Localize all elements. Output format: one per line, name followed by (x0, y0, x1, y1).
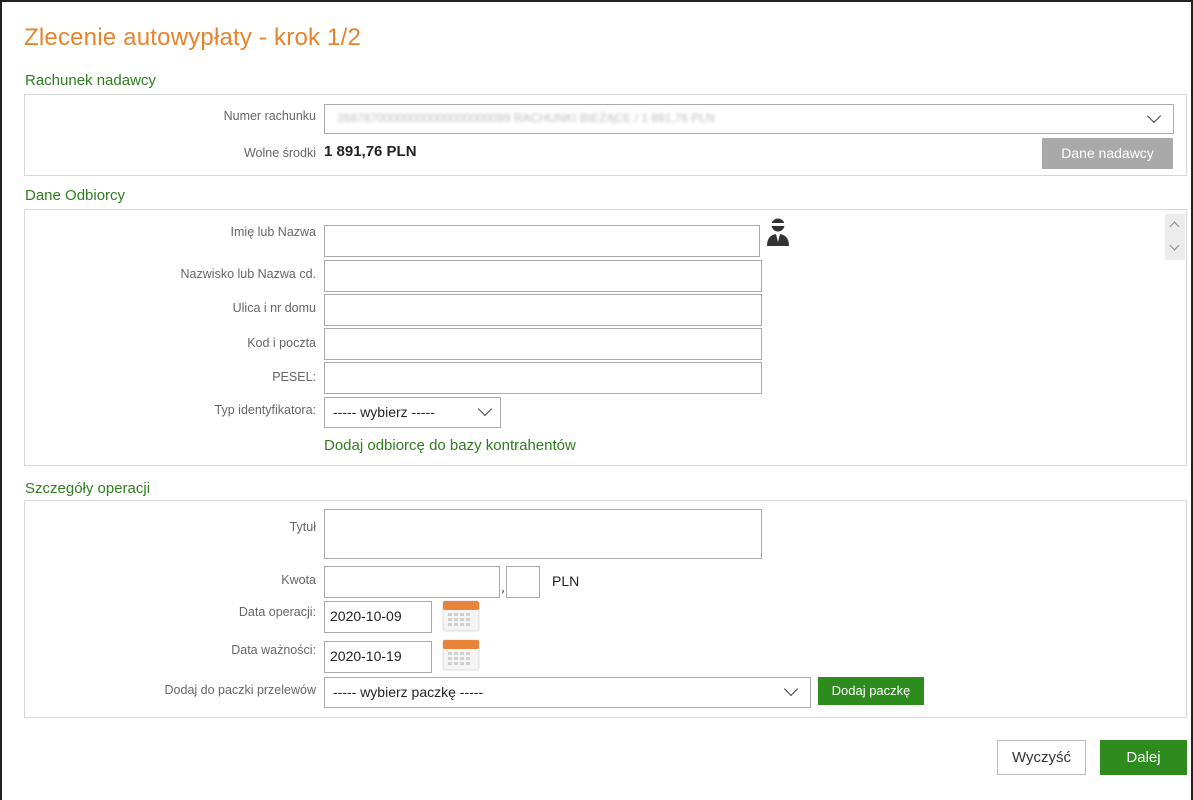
sender-data-button[interactable]: Dane nadawcy (1042, 138, 1173, 169)
person-icon[interactable] (765, 215, 791, 247)
surname-label: Nazwisko lub Nazwa cd. (180, 267, 316, 281)
chevron-down-icon (477, 401, 493, 417)
date-label: Data operacji: (238, 605, 316, 619)
amount-label: Kwota (281, 573, 316, 587)
account-label: Numer rachunku (223, 109, 316, 123)
id-type-value: ----- wybierz ----- (333, 404, 435, 420)
funds-value: 1 891,76 PLN (324, 143, 417, 160)
operation-panel: Tytuł Kwota , PLN Data operacji: 2020-10… (24, 500, 1187, 718)
expiry-label: Data ważności: (231, 643, 316, 657)
amount-cents-input[interactable] (506, 566, 540, 598)
chevron-down-icon (1146, 108, 1162, 124)
scrollbar[interactable] (1165, 214, 1185, 260)
next-button[interactable]: Dalej (1100, 740, 1187, 775)
chevron-down-icon (783, 681, 799, 697)
id-type-label: Typ identyfikatora: (214, 403, 316, 417)
sender-section-title: Rachunek nadawcy (25, 72, 156, 89)
id-type-select[interactable]: ----- wybierz ----- (324, 397, 501, 428)
title-label: Tytuł (289, 520, 316, 534)
add-to-contacts-link[interactable]: Dodaj odbiorcę do bazy kontrahentów (324, 437, 576, 454)
operation-section-title: Szczegóły operacji (25, 480, 151, 497)
postal-label: Kod i poczta (247, 336, 316, 350)
account-value: 26878700000000000000000099 RACHUNKI BIEŻ… (337, 111, 715, 125)
name-label: Imię lub Nazwa (230, 225, 316, 239)
chevron-down-icon[interactable] (1169, 240, 1180, 251)
package-value: ----- wybierz paczkę ----- (333, 684, 484, 700)
amount-separator: , (501, 581, 506, 596)
add-package-button[interactable]: Dodaj paczkę (818, 677, 924, 705)
chevron-up-icon[interactable] (1169, 221, 1180, 232)
recipient-section-title: Dane Odbiorcy (25, 187, 126, 204)
pesel-input[interactable] (324, 362, 762, 394)
expiry-input[interactable]: 2020-10-19 (324, 641, 432, 673)
calendar-icon[interactable] (442, 637, 480, 671)
calendar-icon[interactable] (442, 598, 480, 632)
package-select[interactable]: ----- wybierz paczkę ----- (324, 677, 811, 708)
page-title: Zlecenie autowypłaty - krok 1/2 (24, 24, 362, 51)
amount-whole-input[interactable] (324, 566, 500, 598)
name-input[interactable] (324, 225, 760, 257)
recipient-panel: Imię lub Nazwa Nazwisko lub Nazwa cd. Ul… (24, 209, 1187, 466)
account-select[interactable]: 26878700000000000000000099 RACHUNKI BIEŻ… (324, 104, 1174, 134)
sender-panel: Numer rachunku 2687870000000000000000009… (24, 94, 1187, 176)
currency-label: PLN (552, 573, 580, 589)
funds-label: Wolne środki (243, 146, 316, 160)
package-label: Dodaj do paczki przelewów (164, 683, 316, 697)
pesel-label: PESEL: (272, 370, 316, 384)
postal-input[interactable] (324, 328, 762, 360)
clear-button[interactable]: Wyczyść (997, 740, 1086, 775)
street-input[interactable] (324, 294, 762, 326)
date-input[interactable]: 2020-10-09 (324, 601, 432, 633)
title-input[interactable] (324, 509, 762, 559)
street-label: Ulica i nr domu (232, 301, 316, 315)
surname-input[interactable] (324, 260, 762, 292)
